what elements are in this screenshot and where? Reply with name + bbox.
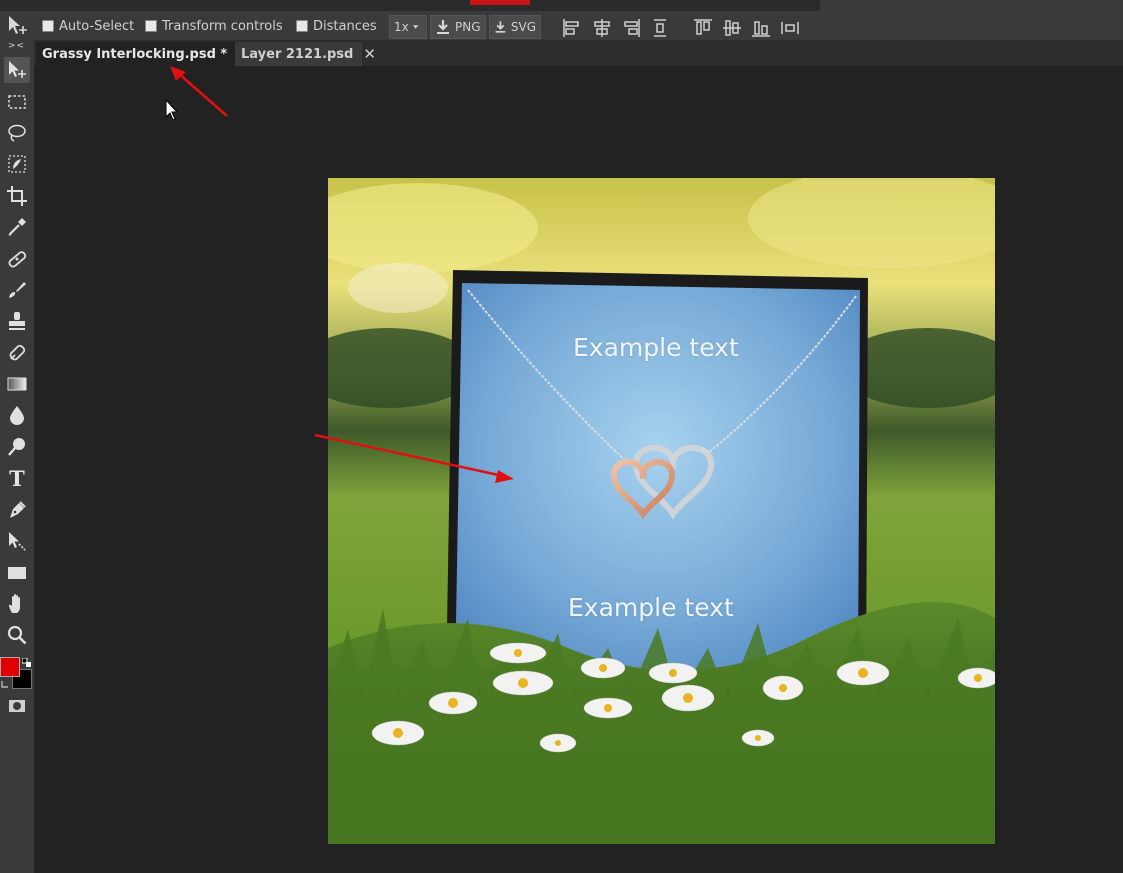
tool-dodge[interactable] [4, 434, 30, 460]
quick-select-icon [8, 155, 26, 173]
tool-shape[interactable] [4, 560, 30, 586]
swap-colors-icon[interactable] [1, 680, 10, 689]
transform-controls-checkbox[interactable] [145, 20, 157, 32]
tool-lasso[interactable] [4, 120, 30, 146]
document-tabs: Grassy Interlocking.psd * ✕ Layer 2121.p… [34, 40, 1123, 66]
download-icon [437, 20, 449, 34]
marquee-select-icon [8, 95, 26, 109]
auto-select-option[interactable]: Auto-Select [42, 15, 134, 37]
transform-controls-label: Transform controls [162, 18, 283, 34]
options-bar: Auto-Select Transform controls Distances… [0, 0, 1123, 40]
menu-bar-strip [0, 0, 820, 11]
distances-checkbox[interactable] [296, 20, 308, 32]
clone-stamp-icon [9, 312, 25, 330]
tab-layer-2121[interactable]: Layer 2121.psd ✕ [234, 42, 376, 66]
quick-mask-icon [9, 700, 25, 712]
tool-eraser[interactable] [4, 340, 30, 366]
align-right-icon[interactable] [621, 18, 641, 38]
tool-eyedropper[interactable] [4, 214, 30, 240]
document-canvas[interactable]: Example text Example text [328, 178, 995, 844]
chevron-down-icon [412, 25, 418, 29]
tool-blur[interactable] [4, 402, 30, 428]
menu-highlight [470, 0, 530, 5]
transform-controls-option[interactable]: Transform controls [145, 15, 283, 37]
align-bottom-icon[interactable] [751, 18, 771, 38]
tool-brush[interactable] [4, 277, 30, 303]
dodge-icon [8, 438, 25, 456]
distances-option[interactable]: Distances [296, 15, 377, 37]
tool-pen[interactable] [4, 497, 30, 523]
tool-hand[interactable] [4, 591, 30, 617]
export-svg-label: SVG [510, 20, 536, 34]
zoom-select[interactable]: 1x [389, 15, 427, 39]
healing-brush-icon [8, 251, 27, 268]
tool-zoom[interactable] [4, 622, 30, 648]
close-tab-icon[interactable]: ✕ [363, 45, 376, 63]
zoom-magnifier-icon [7, 625, 27, 645]
tool-text[interactable]: T [4, 465, 30, 491]
tools-panel: > < T [0, 40, 34, 873]
lasso-icon [8, 124, 26, 142]
tool-gradient[interactable] [4, 371, 30, 397]
collapse-panel-toggle[interactable]: > < [8, 41, 24, 51]
tool-stamp[interactable] [4, 308, 30, 334]
hand-icon [9, 594, 20, 613]
mockup-image [328, 178, 995, 844]
distribute-vertical-icon[interactable] [650, 18, 670, 38]
path-selection-icon [9, 532, 26, 551]
download-icon [495, 21, 506, 33]
zoom-value: 1x [394, 20, 409, 34]
blur-drop-icon [10, 406, 24, 425]
text-layer-bottom[interactable]: Example text [568, 593, 734, 622]
align-middle-vertical-icon[interactable] [722, 18, 742, 38]
tool-crop[interactable] [4, 183, 30, 209]
crop-icon [7, 186, 27, 206]
export-png-label: PNG [455, 20, 481, 34]
gradient-icon [7, 377, 27, 391]
tool-path-select[interactable] [4, 528, 30, 554]
move-tool-icon[interactable] [6, 14, 30, 38]
rectangle-shape-icon [8, 567, 26, 579]
tool-marquee[interactable] [4, 89, 30, 115]
tab-grassy-interlocking[interactable]: Grassy Interlocking.psd * ✕ [36, 42, 250, 66]
export-png-button[interactable]: PNG [430, 15, 486, 39]
pen-tool-icon [10, 501, 26, 518]
tab-label: Layer 2121.psd [241, 46, 354, 62]
brush-icon [9, 282, 26, 298]
default-colors-icon[interactable] [22, 658, 31, 667]
align-top-icon[interactable] [693, 18, 713, 38]
text-layer-top[interactable]: Example text [573, 333, 739, 362]
align-left-icon[interactable] [562, 18, 582, 38]
eyedropper-icon [8, 218, 26, 236]
export-svg-button[interactable]: SVG [489, 15, 541, 39]
type-tool-icon: T [9, 465, 25, 491]
canvas-workspace[interactable]: Example text Example text [34, 66, 1123, 873]
tab-label: Grassy Interlocking.psd * [42, 46, 228, 62]
auto-select-checkbox[interactable] [42, 20, 54, 32]
photo-editor-window: Auto-Select Transform controls Distances… [0, 0, 1123, 873]
quick-mask-toggle[interactable] [4, 693, 30, 719]
auto-select-label: Auto-Select [59, 18, 135, 34]
tool-healing[interactable] [4, 246, 30, 272]
move-tool-icon [9, 61, 26, 78]
distances-label: Distances [313, 18, 377, 34]
foreground-color-swatch[interactable] [0, 657, 20, 677]
tool-move[interactable] [4, 57, 30, 83]
eraser-icon [9, 344, 26, 361]
distribute-horizontal-icon[interactable] [780, 18, 800, 38]
tool-quick-select[interactable] [4, 151, 30, 177]
align-center-horizontal-icon[interactable] [592, 18, 612, 38]
